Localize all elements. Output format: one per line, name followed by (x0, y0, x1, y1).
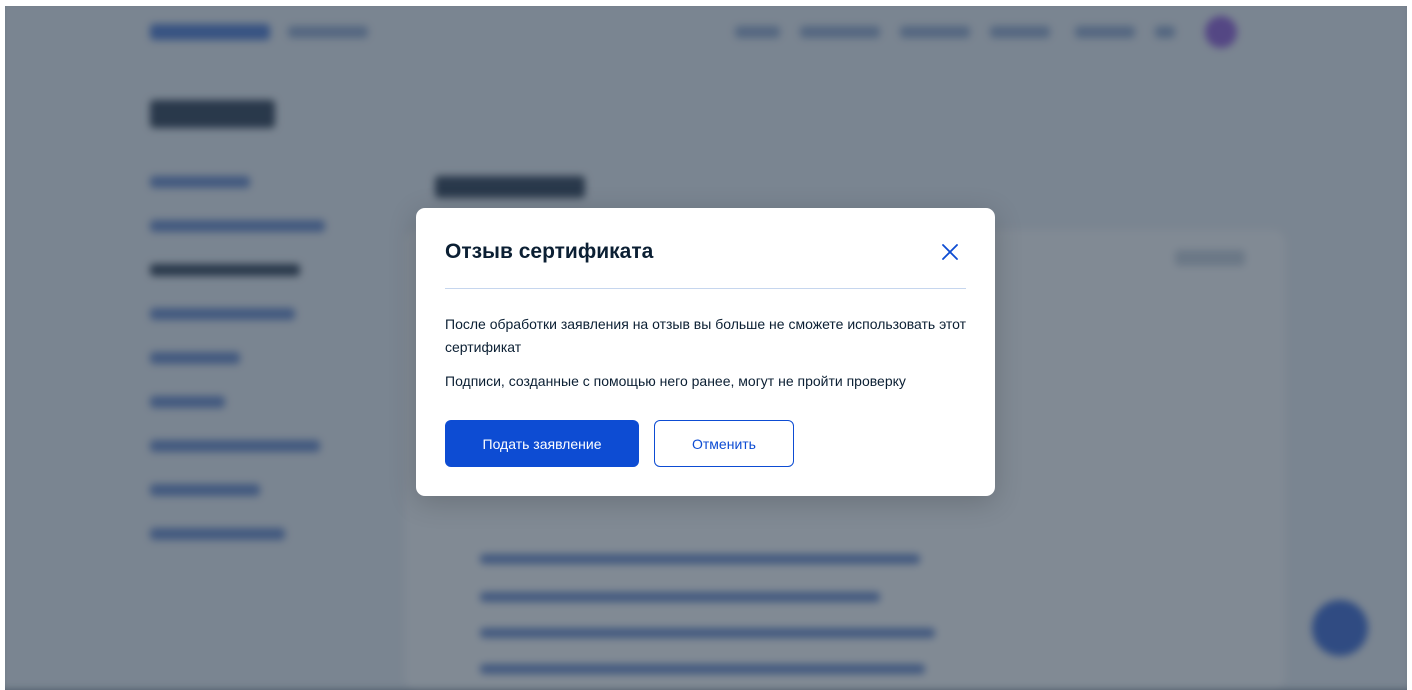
signature-warning-text: Подписи, созданные с помощью него ранее,… (445, 373, 906, 389)
warning-text: После обработки заявления на отзыв вы бо… (445, 316, 967, 355)
dialog-divider (445, 288, 966, 289)
revoke-certificate-dialog: Отзыв сертификата После обработки заявле… (416, 208, 995, 496)
close-icon[interactable] (938, 240, 962, 264)
dialog-title: Отзыв сертификата (445, 240, 654, 263)
submit-application-button[interactable]: Подать заявление (445, 420, 639, 467)
close-icon-glyph (942, 244, 958, 260)
cancel-button[interactable]: Отменить (654, 420, 794, 467)
